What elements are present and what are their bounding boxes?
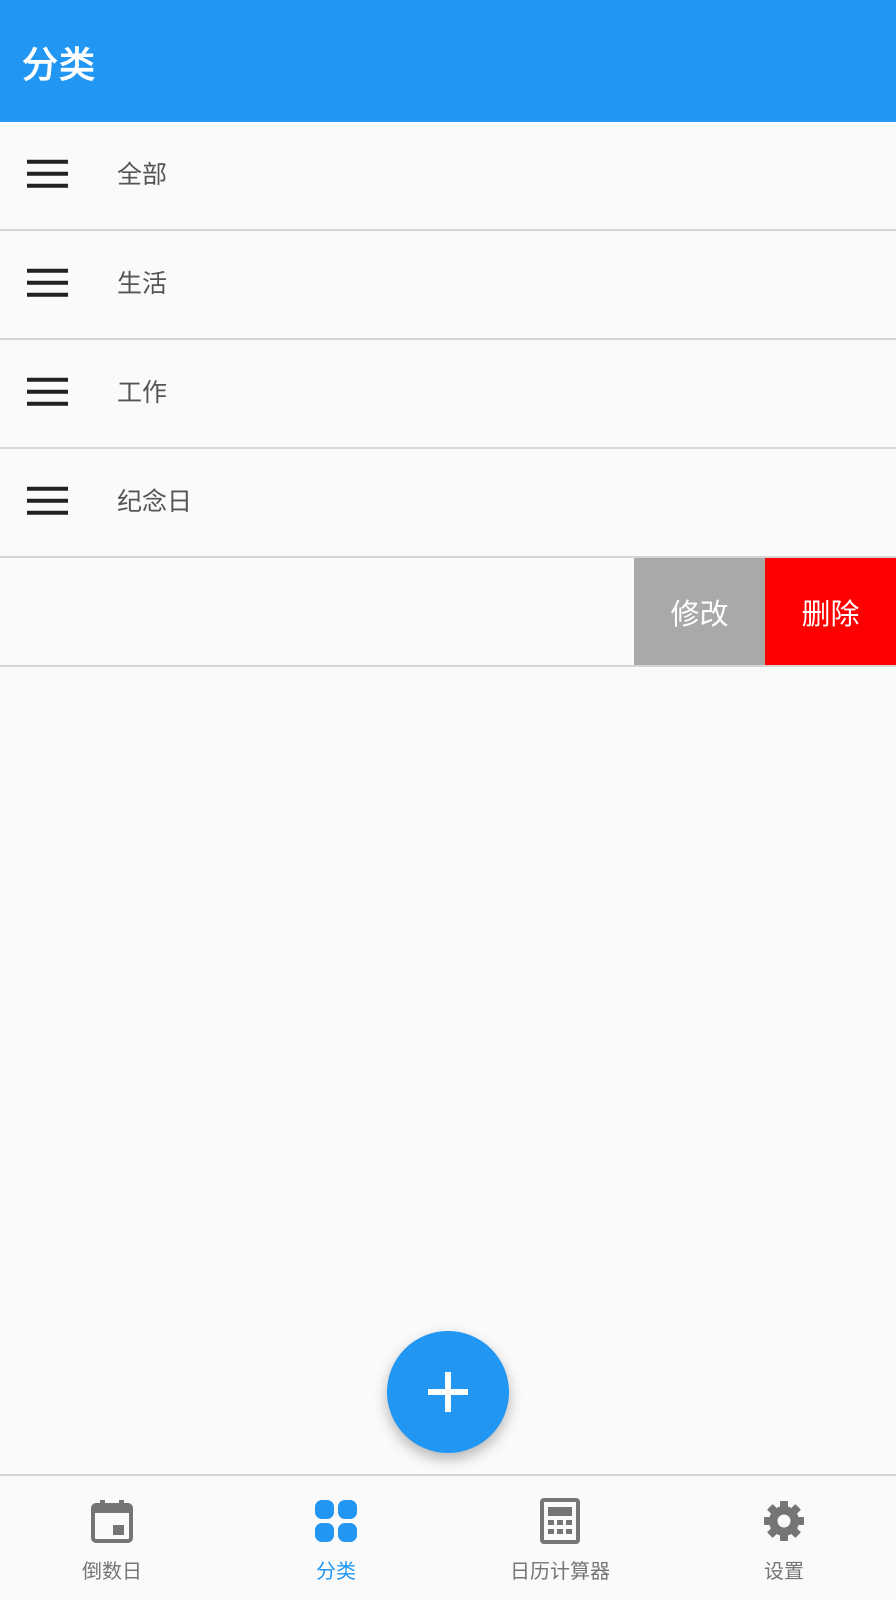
drag-handle-icon[interactable] (27, 486, 68, 515)
nav-item-category[interactable]: 分类 (224, 1476, 448, 1600)
nav-item-calendar-calculator[interactable]: 日历计算器 (448, 1476, 672, 1600)
category-row[interactable]: 纪念日 (0, 449, 896, 558)
bottom-navigation: 倒数日 分类 日历计算器 设置 (0, 1474, 896, 1600)
plus-icon (428, 1372, 468, 1412)
nav-label: 设置 (764, 1559, 804, 1583)
drag-handle-icon[interactable] (27, 377, 68, 406)
app-bar: 分类 (0, 0, 896, 122)
add-category-button[interactable] (387, 1331, 509, 1453)
category-row[interactable]: 工作 (0, 340, 896, 449)
category-label: 全部 (117, 159, 168, 189)
category-list: 全部 生活 工作 纪念日 修改 删除 (0, 122, 896, 667)
nav-label: 倒数日 (82, 1559, 142, 1583)
category-label: 生活 (117, 268, 168, 298)
nav-item-countdown[interactable]: 倒数日 (0, 1476, 224, 1600)
nav-label: 日历计算器 (510, 1559, 610, 1583)
page-title: 分类 (22, 45, 97, 86)
nav-item-settings[interactable]: 设置 (672, 1476, 896, 1600)
gear-icon (764, 1501, 804, 1541)
category-label: 纪念日 (117, 486, 193, 516)
drag-handle-icon[interactable] (27, 159, 68, 188)
category-row[interactable]: 生活 (0, 231, 896, 340)
edit-button[interactable]: 修改 (634, 558, 765, 665)
nav-label: 分类 (316, 1559, 356, 1583)
calculator-icon (540, 1498, 580, 1544)
category-grid-icon (315, 1500, 357, 1542)
category-label: 工作 (117, 377, 168, 407)
category-row[interactable]: 全部 (0, 122, 896, 231)
drag-handle-icon[interactable] (27, 268, 68, 297)
swiped-category-row[interactable]: 修改 删除 (0, 558, 896, 667)
delete-button[interactable]: 删除 (765, 558, 896, 665)
calendar-icon (91, 1500, 133, 1543)
